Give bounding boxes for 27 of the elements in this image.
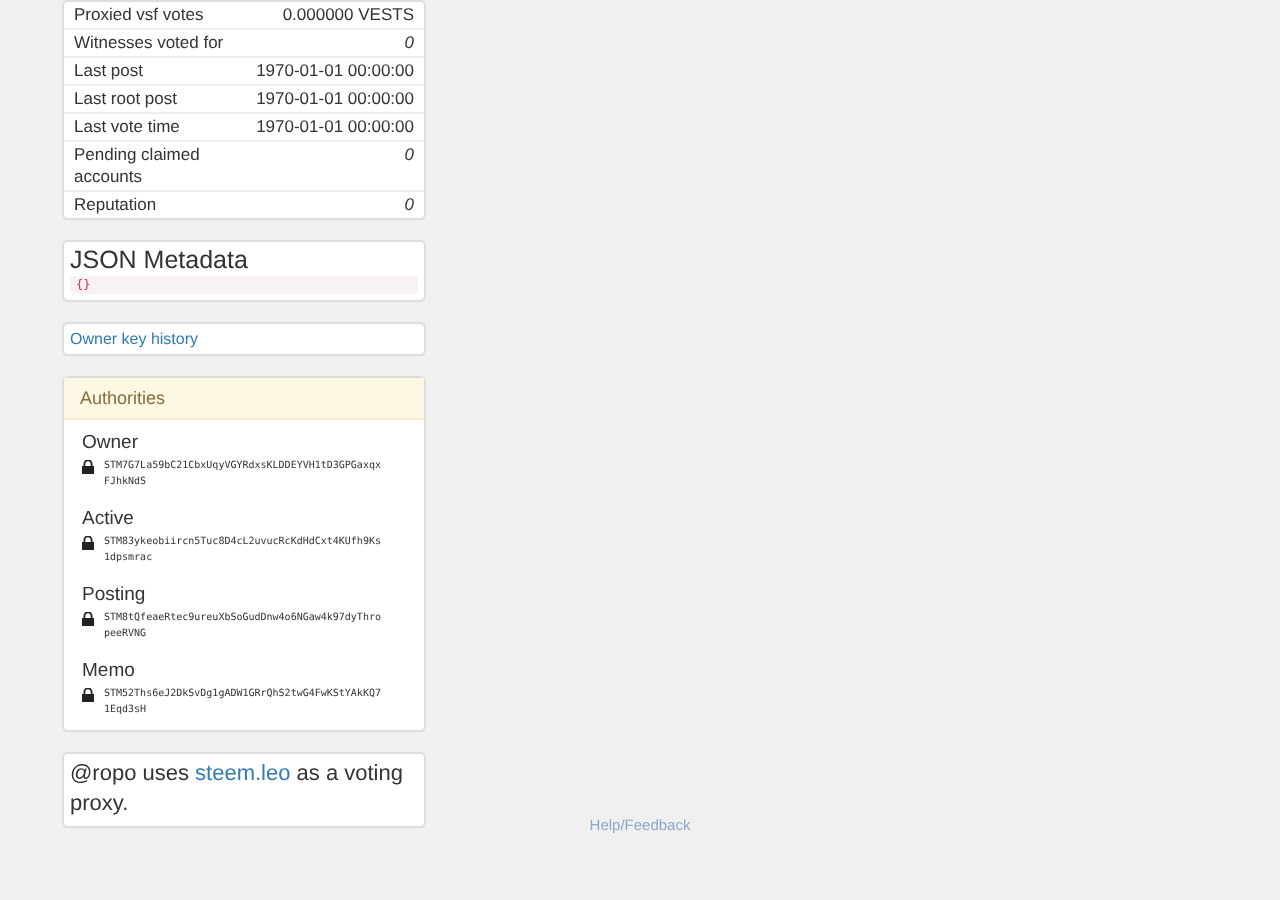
stat-label: Last root post	[74, 88, 178, 110]
stat-label: Reputation	[74, 194, 157, 216]
lock-icon	[82, 688, 94, 702]
proxy-sentence: @ropo uses steem.leo as a voting proxy.	[68, 760, 405, 820]
stat-label: Pending claimed accounts	[74, 144, 202, 188]
stat-value: 0.000000 VESTS	[282, 4, 414, 26]
stat-value: 0	[404, 194, 414, 216]
stat-label: Proxied vsf votes	[74, 4, 204, 26]
proxy-link[interactable]: steem.leo	[195, 762, 291, 786]
role-name: Posting	[80, 582, 148, 610]
card-title: JSON Metadata	[68, 244, 250, 274]
stat-value: 1970-01-01 00:00:00	[256, 116, 414, 138]
role-name: Owner	[80, 430, 140, 458]
lock-icon	[82, 612, 94, 626]
role-name: Active	[80, 506, 136, 534]
stat-label: Last post	[74, 60, 143, 82]
stat-label: Witnesses voted for	[74, 32, 224, 54]
stat-label: Last vote time	[74, 116, 180, 138]
lock-icon	[82, 460, 94, 474]
stat-value: 1970-01-01 00:00:00	[256, 60, 414, 82]
role-name: Memo	[80, 658, 137, 686]
stat-value: 1970-01-01 00:00:00	[256, 88, 414, 110]
lock-icon	[82, 536, 94, 550]
stat-value: 0	[404, 144, 414, 166]
owner-key-history-link[interactable]: Owner key history	[64, 324, 424, 354]
authorities-header: Authorities	[64, 378, 424, 420]
stat-value: 0	[404, 32, 414, 54]
